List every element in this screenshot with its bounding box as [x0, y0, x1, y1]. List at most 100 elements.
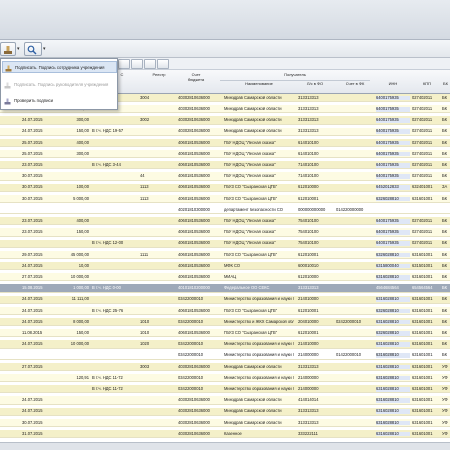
cell-note: В т.ч. НДС 11-72 [92, 375, 123, 380]
table-row[interactable]: 24.07.2015 8 000,00 1010 03422000010 Министе… [0, 318, 450, 327]
table-row[interactable]: 11.08.2015 150,00 1010 40601810536000 ГБУЗ С… [0, 329, 450, 338]
col-header-inn[interactable]: ИНН [376, 81, 410, 87]
col-header-poluchatel[interactable]: Получатель [240, 72, 350, 78]
cell-sfk: 014220000000 [336, 207, 364, 212]
table-row[interactable]: 03422000010 Министерство образования и на… [0, 351, 450, 360]
table-row[interactable]: 15.08.2015 1 000,00 В т.ч. НДС 0-00 4010181… [0, 284, 450, 293]
check-signature-icon [4, 98, 11, 105]
cell-kpp: 631601001 [412, 342, 433, 347]
grid-tool-button-2[interactable] [131, 59, 143, 69]
cell-sum: 150,00 [76, 129, 89, 134]
table-row[interactable]: 25.07.2015 400,00 40601810536000 ГБУ НДОЦ "… [0, 138, 450, 147]
chevron-down-icon[interactable]: ▾ [43, 46, 46, 52]
cell-schet: 40601810536000 [178, 241, 210, 246]
table-row[interactable]: 24.07.2015 10 000,00 1020 03422000010 Минист… [0, 340, 450, 349]
cell-inn: 6400175935 [376, 230, 410, 235]
cell-date: 11.08.2015 [22, 330, 43, 335]
cell-naim: ГБУ НДОЦ "Лесная сказка" [224, 230, 276, 235]
cell-naim: Минздрав Самарской области [224, 106, 282, 111]
table-row[interactable]: В т.ч. НДС 12-00 40601810536000 ГБУ НДОЦ "… [0, 239, 450, 248]
cell-bk: БК [442, 196, 448, 201]
table-row[interactable]: 24.07.2015 В т.ч. НДС 25-76 40601810536000… [0, 306, 450, 315]
cell-schet: 40601810536000 [178, 308, 210, 313]
grid-tool-button-4[interactable] [157, 59, 169, 69]
cell-date: 25.07.2015 [22, 151, 43, 156]
cell-schet: 40601810536000 [178, 185, 210, 190]
cell-sum: 300,00 [76, 118, 89, 123]
table-row[interactable]: 27.07.2015 3003 40302810636000 Минздрав Сам… [0, 362, 450, 371]
table-row[interactable]: 30.07.2015 5 000,00 1113 40601810536000 ГБУЗ… [0, 194, 450, 203]
cell-ls: 313313313 [298, 364, 319, 369]
col-header-kpp[interactable]: КПП [412, 81, 442, 87]
table-row[interactable]: 30.07.2015 40302810636000 Минздрав Самарск… [0, 418, 450, 427]
table-row[interactable]: В т.ч. НДС 11-72 03422000010 Министерство … [0, 385, 450, 394]
cell-kpp: 654564564 [412, 286, 433, 291]
cell-naim: Минздрав Самарской области [224, 129, 282, 134]
cell-schet: 40302810636000 [178, 420, 210, 425]
cell-ls: 313313313 [298, 420, 319, 425]
menu-item-label: Подписать. Подпись руководителя учрежден… [14, 82, 109, 87]
table-row[interactable]: 23.07.2015 В т.ч. НДС 3-44 40601810536000 Г… [0, 161, 450, 170]
table-row[interactable]: 24.07.2015 40302810636000 Минздрав Самарск… [0, 396, 450, 405]
table-row[interactable]: 24.07.2015 11 111,00 03422000010 Министерст… [0, 295, 450, 304]
cell-schet: 40601810536000 [178, 151, 210, 156]
cell-naim: Минздрав Самарской области [224, 95, 282, 100]
cell-bk: БК [442, 274, 448, 279]
col-header-bk[interactable]: БК [441, 81, 450, 87]
cell-sum: 150,00 [76, 330, 89, 335]
search-button[interactable] [24, 42, 42, 56]
cell-inn: 6316028810 [376, 319, 410, 325]
cell-kpp: 027402011 [412, 241, 433, 246]
cell-date: 23.07.2015 [22, 218, 43, 223]
col-header-schet-fk[interactable]: Счет в ФК [336, 81, 374, 87]
cell-schet: 40302810636000 [178, 364, 210, 369]
col-header-reestr[interactable]: Реестр [146, 72, 172, 78]
grid-tool-button-3[interactable] [144, 59, 156, 69]
table-row[interactable]: 29.07.2015 45 000,00 1111 40601810536000 ГБУ… [0, 250, 450, 259]
grid-tool-button-1[interactable] [118, 59, 130, 69]
cell-inn: 6316028810 [376, 431, 410, 437]
table-row[interactable]: 40201810300000 департамент безопасности С… [0, 206, 450, 215]
cell-inn: 6400175935 [376, 241, 410, 246]
payments-grid[interactable]: 3004 40302810636000 Минздрав Самарской обл… [0, 94, 450, 442]
chevron-down-icon[interactable]: ▾ [17, 46, 20, 52]
table-row[interactable]: 23.07.2015 150,00 40601810536000 ГБУ НДОЦ "… [0, 228, 450, 237]
cell-ls: 313313313 [298, 286, 319, 291]
cell-ls: 754010100 [298, 230, 319, 235]
cell-inn: 6452012833 [376, 185, 410, 190]
table-row[interactable]: 30.07.2015 100,00 1113 40601810536000 ГБУЗ С… [0, 183, 450, 192]
cell-schet: 40101810200000 [178, 286, 210, 291]
cell-bk: БК [442, 174, 448, 179]
cell-schet: 40302810636000 [178, 409, 210, 414]
table-row[interactable]: 24.07.2015 10,00 40601810536000 МФК СО 60001… [0, 262, 450, 271]
cell-note: В т.ч. НДС 11-72 [92, 386, 123, 391]
table-row[interactable]: 120,91 В т.ч. НДС 11-72 03422000010 Министе… [0, 374, 450, 383]
table-row[interactable]: 23.07.2015 400,00 40601810536000 ГБУ НДОЦ "… [0, 217, 450, 226]
col-header-ls[interactable]: Л/с в ФО [296, 81, 334, 87]
menu-item-sign-employee[interactable]: Подписать. Подпись сотрудника учреждения [2, 61, 117, 73]
table-row[interactable]: 24.07.2015 40302810636000 Минздрав Самарск… [0, 407, 450, 416]
table-row[interactable]: 30.07.2015 44 40601810536000 ГБУ НДОЦ "Лесн… [0, 172, 450, 181]
cell-inn: 6316028810 [376, 297, 410, 302]
sign-menu-button[interactable] [0, 42, 16, 56]
table-row[interactable]: 24.07.2015 150,00 В т.ч. НДС 19-57 40302810… [0, 127, 450, 136]
cell-naim: ГБУЗ СО "Сызранская ЦГБ" [224, 185, 278, 190]
cell-naim: Министерство образования и науки Сам [224, 353, 294, 358]
cell-naim: Минздрав Самарской области [224, 409, 282, 414]
cell-ls: 313313313 [298, 409, 319, 414]
cell-ls: 000000000000 [298, 207, 326, 212]
cell-bk: БК [442, 230, 448, 235]
cell-ls: 714010100 [298, 162, 319, 167]
col-header-naim[interactable]: Наименование [226, 81, 292, 87]
cell-schet: 40302810636000 [178, 398, 210, 403]
table-row[interactable]: 31.07.2015 40302810636000 Казенное 33322211… [0, 430, 450, 439]
table-row[interactable]: 25.07.2015 300,00 40601810536000 ГБУ НДОЦ "… [0, 150, 450, 159]
cell-kpp: 631501001 [412, 263, 433, 268]
cell-ls: 214010000 [298, 342, 319, 347]
table-row[interactable]: 24.07.2015 300,00 3002 40302810636000 Минздр… [0, 116, 450, 125]
cell-kpp: 632401001 [412, 185, 433, 190]
cell-schet: 03422000010 [178, 319, 204, 324]
menu-item-check-signatures[interactable]: Проверить подписи [2, 95, 117, 107]
cell-kpp: 631601001 [412, 274, 433, 279]
table-row[interactable]: 27.07.2015 10 000,00 40601810536000 МИАЦ 612… [0, 273, 450, 282]
